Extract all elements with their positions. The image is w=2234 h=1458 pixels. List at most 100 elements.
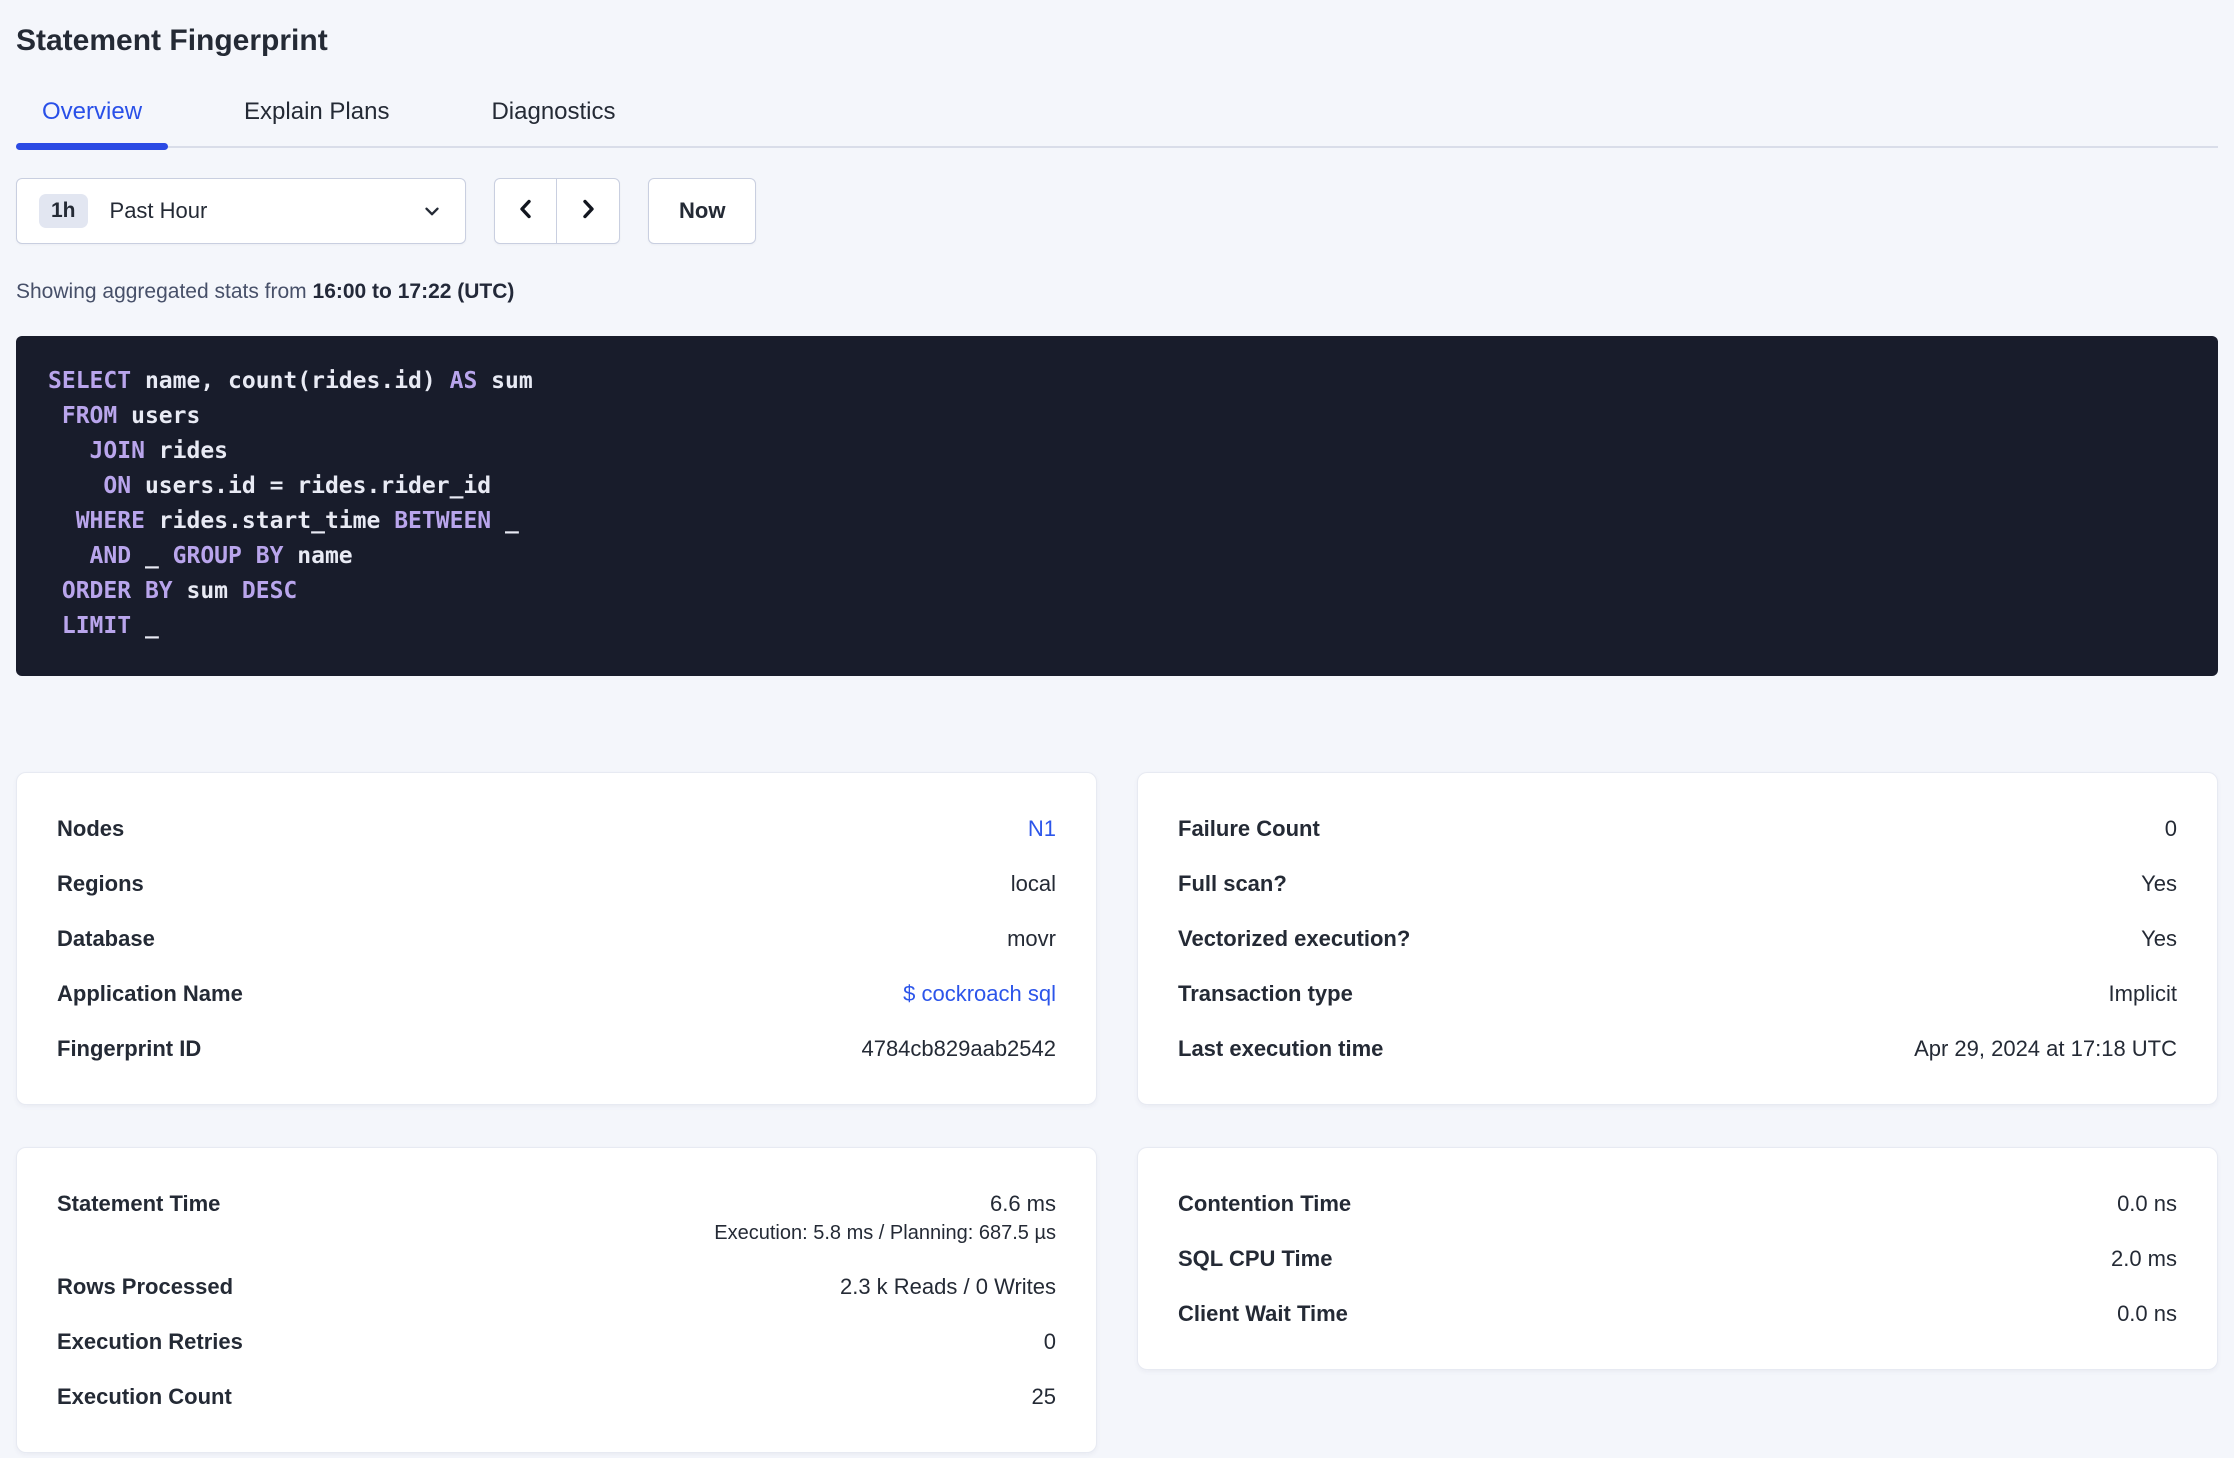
client-wait-time-value: 0.0 ns — [2117, 1301, 2177, 1326]
nodes-link[interactable]: N1 — [1028, 816, 1056, 841]
regions-value: local — [1010, 871, 1056, 896]
stats-cards: Nodes N1 Regions local Database movr Applicati… — [16, 772, 2218, 1453]
transaction-type-value: Implicit — [2108, 981, 2177, 1006]
next-time-button[interactable] — [557, 179, 619, 243]
tab-explain-plans[interactable]: Explain Plans — [218, 78, 415, 146]
sql-keyword: SELECT — [48, 368, 132, 394]
time-range-dropdown[interactable]: 1h Past Hour — [16, 178, 466, 244]
stats-summary-prefix: Showing aggregated stats from — [16, 280, 313, 303]
last-execution-time-value-wrap: Apr 29, 2024 at 17:18 UTC — [1914, 1033, 2177, 1064]
sql-cpu-time-label: SQL CPU Time — [1178, 1246, 1333, 1271]
last-execution-time-label: Last execution time — [1178, 1036, 1384, 1061]
statement-time-subvalue: Execution: 5.8 ms / Planning: 687.5 µs — [714, 1222, 1056, 1244]
fingerprint-id-label: Fingerprint ID — [57, 1036, 202, 1061]
vectorized-execution-value-wrap: Yes — [2141, 923, 2177, 954]
application-name-label: Application Name — [57, 981, 243, 1006]
execution-attributes-card: Failure Count 0 Full scan? Yes Vectorized ex… — [1137, 772, 2218, 1105]
stat-row: Transaction type Implicit — [1178, 978, 2177, 1009]
stat-row: SQL CPU Time 2.0 ms — [1178, 1243, 2177, 1274]
sql-statement-box: SELECT name, count(rides.id) AS sum FROM… — [16, 336, 2218, 676]
sql-keyword: AS — [449, 368, 478, 394]
execution-count-value-wrap: 25 — [1032, 1381, 1056, 1412]
stats-summary: Showing aggregated stats from 16:00 to 1… — [16, 278, 2218, 306]
contention-time-label: Contention Time — [1178, 1191, 1352, 1216]
stat-row: Full scan? Yes — [1178, 868, 2177, 899]
sql-keyword: GROUP BY — [172, 543, 284, 569]
prev-time-button[interactable] — [495, 179, 557, 243]
sql-cpu-time-value-wrap: 2.0 ms — [2111, 1243, 2177, 1274]
fingerprint-id-value: 4784cb829aab2542 — [861, 1036, 1056, 1061]
sql-line: FROM users — [48, 399, 2186, 434]
sql-text: users — [117, 403, 201, 429]
application-name-link[interactable]: $ cockroach sql — [903, 981, 1056, 1006]
execution-count-value: 25 — [1031, 1384, 1056, 1409]
stats-summary-range: 16:00 to 17:22 (UTC) — [312, 280, 515, 303]
time-controls: 1h Past Hour Now — [16, 178, 2218, 244]
execution-count-label: Execution Count — [57, 1384, 232, 1409]
last-execution-time-value: Apr 29, 2024 at 17:18 UTC — [1914, 1036, 2177, 1061]
sql-text: sum — [172, 578, 242, 604]
failure-count-value: 0 — [2164, 816, 2177, 841]
sql-keyword: BETWEEN — [394, 508, 492, 534]
regions-value-wrap: local — [1011, 868, 1056, 899]
transaction-type-label: Transaction type — [1178, 981, 1353, 1006]
sql-keyword: LIMIT — [61, 613, 132, 639]
page-title: Statement Fingerprint — [16, 24, 328, 57]
stat-row: Contention Time 0.0 ns — [1178, 1188, 2177, 1219]
full-scan-value: Yes — [2141, 871, 2177, 896]
now-button[interactable]: Now — [648, 178, 757, 244]
rows-processed-label: Rows Processed — [57, 1274, 234, 1299]
sql-line: JOIN rides — [48, 434, 2186, 469]
sql-keyword: FROM — [61, 403, 118, 429]
stat-row: Execution Retries 0 — [57, 1326, 1056, 1357]
time-range-label: Past Hour — [109, 198, 208, 223]
application-name-value-wrap: $ cockroach sql — [903, 978, 1056, 1009]
vectorized-execution-value: Yes — [2141, 926, 2177, 951]
sql-line: WHERE rides.start_time BETWEEN _ — [48, 504, 2186, 539]
contention-time-value: 0.0 ns — [2117, 1191, 2177, 1216]
chevron-right-icon — [576, 196, 600, 227]
sql-text: rides.start_time — [144, 508, 395, 534]
stat-row: Failure Count 0 — [1178, 813, 2177, 844]
stat-row: Fingerprint ID 4784cb829aab2542 — [57, 1033, 1056, 1064]
statement-time-value: 6.6 ms — [989, 1191, 1056, 1216]
sql-keyword: ON — [103, 473, 132, 499]
full-scan-value-wrap: Yes — [2141, 868, 2177, 899]
client-wait-time-label: Client Wait Time — [1178, 1301, 1348, 1326]
sql-text: sum — [477, 368, 533, 394]
sql-text: _ — [131, 543, 173, 569]
database-label: Database — [57, 926, 155, 951]
nodes-label: Nodes — [57, 816, 125, 841]
stat-row: Last execution time Apr 29, 2024 at 17:18… — [1178, 1033, 2177, 1064]
time-nav-group — [494, 178, 620, 244]
stat-row: Execution Count 25 — [57, 1381, 1056, 1412]
stat-row: Application Name $ cockroach sql — [57, 978, 1056, 1009]
chevron-left-icon — [514, 196, 538, 227]
statement-time-label: Statement Time — [57, 1191, 221, 1216]
time-range-badge: 1h — [39, 194, 88, 228]
sql-text: name, count(rides.id) — [131, 368, 450, 394]
tab-overview[interactable]: Overview — [16, 78, 169, 150]
statement-fingerprint-page: Statement Fingerprint Overview Explain Pl… — [0, 0, 2234, 1453]
sql-keyword: AND — [89, 543, 132, 569]
statement-details-card: Nodes N1 Regions local Database movr Applicati… — [16, 772, 1097, 1105]
failure-count-value-wrap: 0 — [2165, 813, 2177, 844]
execution-retries-label: Execution Retries — [57, 1329, 243, 1354]
contention-time-value-wrap: 0.0 ns — [2117, 1188, 2177, 1219]
sql-text: _ — [131, 613, 159, 639]
stat-row: Database movr — [57, 923, 1056, 954]
sql-line: ON users.id = rides.rider_id — [48, 469, 2186, 504]
tab-diagnostics[interactable]: Diagnostics — [465, 78, 641, 146]
database-value-wrap: movr — [1007, 923, 1056, 954]
failure-count-label: Failure Count — [1178, 816, 1320, 841]
stat-row: Statement Time 6.6 ms Execution: 5.8 ms / … — [57, 1188, 1056, 1247]
client-wait-time-value-wrap: 0.0 ns — [2117, 1298, 2177, 1329]
stat-row: Client Wait Time 0.0 ns — [1178, 1298, 2177, 1329]
rows-processed-value-wrap: 2.3 k Reads / 0 Writes — [840, 1271, 1056, 1302]
sql-keyword: WHERE — [75, 508, 145, 534]
